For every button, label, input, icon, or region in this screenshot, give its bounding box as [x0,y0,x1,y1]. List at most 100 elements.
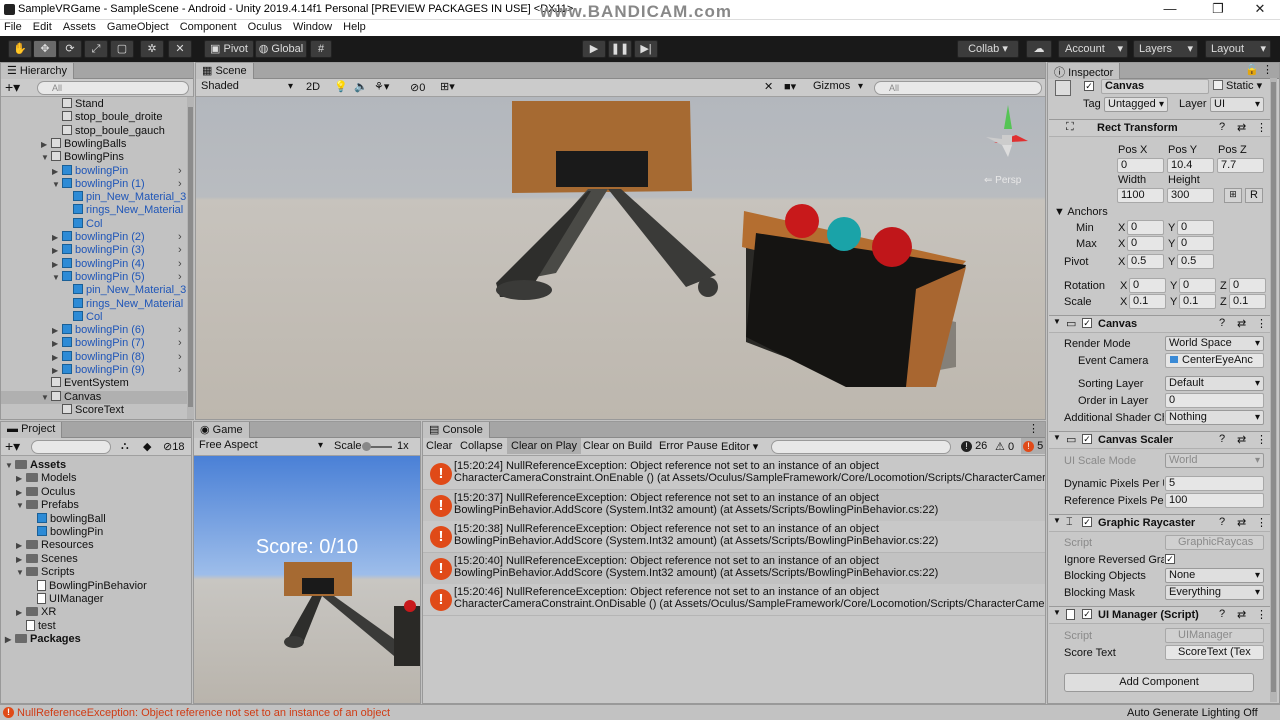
expanded-arrow-icon[interactable]: ▼ [5,459,15,472]
open-prefab-icon[interactable]: › [178,364,182,377]
expanded-arrow-icon[interactable]: ▼ [52,271,62,284]
add-icon[interactable]: +▾ [5,438,20,455]
tab-game[interactable]: ◉ Game [194,422,250,438]
auto-lighting-status[interactable]: Auto Generate Lighting Off [1127,707,1258,719]
panel-menu-icon[interactable]: ⋮ [1262,63,1273,76]
tab-hierarchy[interactable]: ☰ Hierarchy [1,63,74,79]
menu-gameobject[interactable]: GameObject [103,20,173,33]
light-icon[interactable]: 💡 [334,80,348,93]
canvas-scaler-enabled-checkbox[interactable]: ✓ [1082,434,1092,444]
collapsed-arrow-icon[interactable]: ▶ [16,606,26,619]
rect-tool-icon[interactable]: ▢ [110,40,134,58]
console-log-entry[interactable]: ! [15:20:46] NullReferenceException: Obje… [423,584,1045,616]
scene-search-input[interactable]: All [874,81,1042,95]
component-menu-icon[interactable]: ⋮ [1256,433,1267,446]
hierarchy-item[interactable]: pin_New_Material_3 [63,191,186,204]
collapsed-arrow-icon[interactable]: ▶ [52,351,62,364]
hierarchy-search-input[interactable]: All [37,81,189,95]
play-button[interactable]: ▶ [582,40,606,58]
menu-oculus[interactable]: Oculus [244,20,286,33]
collapsed-arrow-icon[interactable]: ▶ [5,633,15,646]
step-button[interactable]: ▶| [634,40,658,58]
add-icon[interactable]: +▾ [5,79,20,96]
component-menu-icon[interactable]: ⋮ [1256,516,1267,529]
hierarchy-item[interactable]: ▼ bowlingPin (5) › [52,270,182,284]
open-prefab-icon[interactable]: › [178,351,182,364]
collapsed-arrow-icon[interactable]: ▶ [41,138,51,151]
posx-field[interactable]: 0 [1117,158,1164,173]
layers-dropdown[interactable]: Layers ▾ [1133,40,1198,58]
blocking-objects-dropdown[interactable]: None [1165,568,1264,583]
ignore-reversed-checkbox[interactable]: ✓ [1165,554,1175,564]
help-icon[interactable]: ? [1219,608,1225,620]
menu-window[interactable]: Window [289,20,336,33]
audio-icon[interactable]: 🔈 [354,80,368,93]
help-icon[interactable]: ? [1219,516,1225,528]
hierarchy-item[interactable]: ScoreText [52,403,124,417]
collapsed-arrow-icon[interactable]: ▶ [52,165,62,178]
minimize-button[interactable]: — [1150,1,1190,19]
hierarchy-item[interactable]: ▶ bowlingPin (4) › [52,257,182,271]
tab-scene[interactable]: ▦ Scene [196,63,254,79]
collapsed-arrow-icon[interactable]: ▶ [52,258,62,271]
collapsed-arrow-icon[interactable]: ▶ [16,472,26,485]
grid-snap-icon[interactable]: # [310,40,332,58]
project-tree-item[interactable]: ▼ Assets [5,459,66,472]
preset-icon[interactable]: ⇄ [1237,433,1246,446]
preset-icon[interactable]: ⇄ [1237,317,1246,330]
preset-icon[interactable]: ⇄ [1237,516,1246,529]
raw-edit-button[interactable]: R [1245,188,1263,203]
layout-dropdown[interactable]: Layout ▾ [1205,40,1271,58]
hierarchy-item[interactable]: Col [63,217,103,231]
expanded-arrow-icon[interactable]: ▼ [41,151,51,164]
expanded-arrow-icon[interactable]: ▼ [41,391,51,404]
preset-icon[interactable]: ⇄ [1237,121,1246,134]
project-tree-item[interactable]: ▶ Oculus [16,486,75,499]
reference-pixels-field[interactable]: 100 [1165,493,1264,508]
anchor-max-x-field[interactable]: 0 [1127,236,1164,251]
hidden-packages-toggle[interactable]: ⊘18 [163,440,184,453]
hierarchy-item[interactable]: ▶ bowlingPin (2) › [52,231,182,244]
additional-shader-dropdown[interactable]: Nothing [1165,410,1264,425]
order-in-layer-field[interactable]: 0 [1165,393,1264,408]
project-tree-item[interactable]: test [16,619,56,633]
pivot-toggle[interactable]: ▣ Pivot [204,40,254,58]
project-search-input[interactable] [31,440,111,454]
hierarchy-item[interactable]: stop_boule_gauch [52,124,165,138]
rotation-y-field[interactable]: 0 [1179,278,1216,293]
status-error-message[interactable]: NullReferenceException: Object reference… [17,707,390,719]
menu-component[interactable]: Component [176,20,241,33]
anchor-min-x-field[interactable]: 0 [1127,220,1164,235]
open-prefab-icon[interactable]: › [178,178,182,191]
raycaster-enabled-checkbox[interactable]: ✓ [1082,517,1092,527]
ui-manager-enabled-checkbox[interactable]: ✓ [1082,609,1092,619]
menu-assets[interactable]: Assets [59,20,100,33]
open-prefab-icon[interactable]: › [178,324,182,337]
transform-tool-icon[interactable]: ✲ [140,40,164,58]
help-icon[interactable]: ? [1219,433,1225,445]
camera-icon[interactable]: ■▾ [784,80,796,93]
collapsed-arrow-icon[interactable]: ▶ [16,539,26,552]
collab-button[interactable]: Collab ▾ [957,40,1019,58]
hierarchy-item[interactable]: stop_boule_droite [52,111,162,124]
console-log-entry[interactable]: ! [15:20:38] NullReferenceException: Obje… [423,521,1045,553]
grid-icon[interactable]: ⊞▾ [440,80,455,93]
project-tree-item[interactable]: ▶ Packages [5,633,81,646]
project-tree-item[interactable]: ▶ Scenes [16,553,78,566]
hierarchy-item[interactable]: ▶ bowlingPin › [52,164,182,178]
component-menu-icon[interactable]: ⋮ [1256,608,1267,621]
collapsed-arrow-icon[interactable]: ▶ [52,244,62,257]
foldout-icon[interactable]: ▼ [1053,608,1061,617]
add-component-button[interactable]: Add Component [1064,673,1254,692]
render-mode-dropdown[interactable]: World Space [1165,336,1264,351]
collapsed-arrow-icon[interactable]: ▶ [16,553,26,566]
blueprint-mode-icon[interactable]: ⊞ [1224,188,1242,203]
pause-button[interactable]: ❚❚ [608,40,632,58]
cloud-icon[interactable]: ☁ [1026,40,1052,58]
hierarchy-item[interactable]: EventSystem [41,377,129,390]
component-menu-icon[interactable]: ⋮ [1256,317,1267,330]
open-prefab-icon[interactable]: › [178,337,182,350]
project-tree-item[interactable]: ▶ Models [16,472,76,485]
hierarchy-scrollbar[interactable] [187,97,194,419]
collapsed-arrow-icon[interactable]: ▶ [52,364,62,377]
